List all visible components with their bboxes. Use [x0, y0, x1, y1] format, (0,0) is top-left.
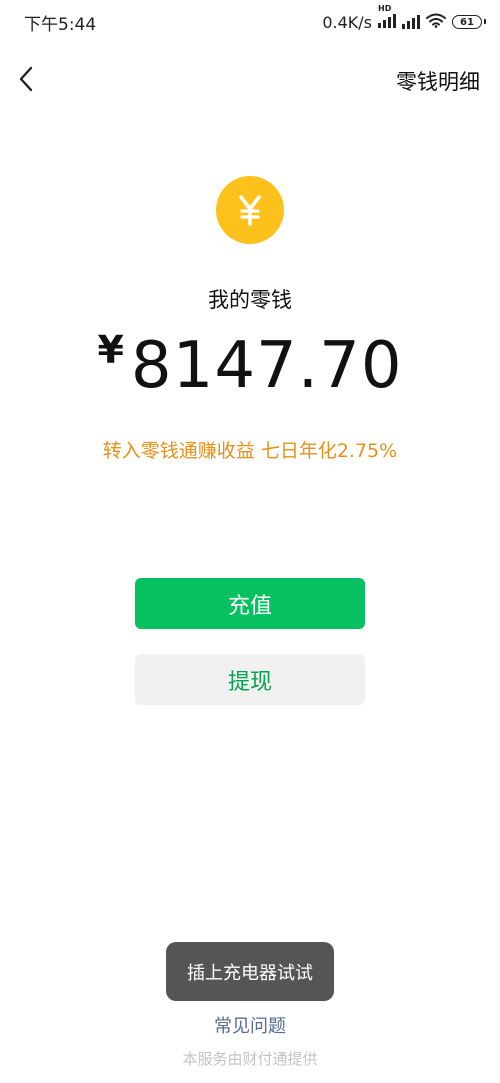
provider-text: 本服务由财付通提供 [182, 1050, 318, 1068]
balance-amount: ¥8147.70 [0, 328, 500, 403]
balance-label: 我的零钱 [208, 288, 292, 312]
faq-link[interactable]: 常见问题 [0, 1012, 500, 1038]
status-indicators: 0.4K/s HD 61 [322, 4, 486, 34]
withdraw-button[interactable]: 提现 [135, 654, 365, 705]
signal-icon [402, 15, 420, 29]
signal-hd-icon: HD [378, 4, 396, 32]
balance-value: 8147.70 [130, 329, 403, 403]
chevron-left-icon [19, 66, 33, 92]
status-bar: 下午5:44 0.4K/s HD 61 [0, 0, 500, 44]
yen-coin-icon [216, 176, 284, 244]
wifi-icon [426, 13, 446, 32]
back-button[interactable] [12, 62, 42, 96]
status-time: 下午5:44 [24, 15, 97, 35]
battery-level: 61 [460, 16, 474, 28]
toast-message: 插上充电器试试 [166, 942, 334, 1001]
currency-symbol: ¥ [97, 328, 125, 372]
topup-button[interactable]: 充值 [135, 578, 365, 629]
network-speed: 0.4K/s [322, 12, 372, 32]
hd-label: HD [378, 3, 392, 13]
change-details-link[interactable]: 零钱明细 [396, 66, 480, 96]
battery-icon: 61 [452, 15, 486, 29]
promo-link[interactable]: 转入零钱通赚收益 七日年化2.75% [0, 436, 500, 463]
